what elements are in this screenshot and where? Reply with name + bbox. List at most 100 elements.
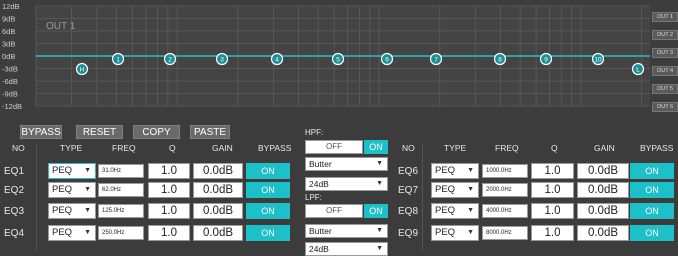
lpf-slope-value: 24dB	[309, 244, 329, 254]
eq-freq-input[interactable]: 250.0Hz	[98, 226, 144, 240]
db-tick-label: 9dB	[2, 15, 15, 24]
eq-type-select[interactable]: PEQ ▼	[431, 182, 479, 198]
eq-graph[interactable]: 12dB9dB6dB3dB0dB-3dB-6dB-9dB-12dB20Hz50H…	[0, 0, 678, 112]
hpf-type-select[interactable]: Butter ▼	[305, 157, 388, 171]
hpf-slope-select[interactable]: 24dB ▼	[305, 177, 388, 191]
eq-bypass-button[interactable]: ON	[630, 163, 674, 179]
header-no: NO	[12, 143, 25, 153]
eq-type-select[interactable]: PEQ ▼	[431, 163, 479, 179]
eq-gain-input[interactable]: 0.0dB	[193, 225, 243, 241]
lpf-on-button[interactable]: ON	[364, 204, 388, 218]
db-tick-label: -12dB	[2, 102, 22, 111]
hpf-on-button[interactable]: ON	[364, 140, 388, 154]
header-gain-right: GAIN	[594, 143, 615, 153]
lpf-type-select[interactable]: Butter ▼	[305, 224, 388, 238]
eq-q-input[interactable]: 1.0	[531, 203, 574, 219]
bypass-all-button[interactable]: BYPASS	[20, 125, 62, 139]
eq-type-value: PEQ	[52, 165, 73, 176]
eq-row-label: EQ4	[4, 228, 25, 239]
output-channel-button[interactable]: OUT 5	[652, 84, 678, 94]
chevron-down-icon: ▼	[84, 167, 91, 174]
lpf-slope-select[interactable]: 24dB ▼	[305, 242, 388, 256]
eq-q-input[interactable]: 1.0	[148, 225, 190, 241]
eq-gain-input[interactable]: 0.0dB	[577, 225, 629, 241]
chevron-down-icon: ▼	[376, 245, 383, 252]
eq-node-label: L	[636, 67, 640, 74]
lpf-off-button[interactable]: OFF	[305, 204, 363, 218]
chevron-down-icon: ▼	[467, 207, 474, 214]
eq-freq-input[interactable]: 125.0Hz	[98, 204, 144, 218]
eq-gain-input[interactable]: 0.0dB	[577, 203, 629, 219]
eq-freq-input[interactable]: 4000.0Hz	[482, 204, 528, 218]
reset-button[interactable]: RESET	[76, 125, 123, 139]
eq-curve-canvas[interactable]: 12dB9dB6dB3dB0dB-3dB-6dB-9dB-12dB20Hz50H…	[0, 0, 652, 112]
eq-row-label: EQ8	[398, 206, 419, 217]
eq-bypass-button[interactable]: ON	[246, 203, 290, 219]
eq-node-label: 10	[594, 57, 602, 64]
header-bypass: BYPASS	[258, 143, 292, 153]
eq-q-input[interactable]: 1.0	[148, 182, 190, 198]
eq-bypass-button[interactable]: ON	[630, 182, 674, 198]
eq-row-label: EQ9	[398, 228, 419, 239]
hpf-off-button[interactable]: OFF	[305, 140, 363, 154]
eq-row-label: EQ1	[4, 166, 25, 177]
eq-bypass-button[interactable]: ON	[246, 182, 290, 198]
hpf-slope-value: 24dB	[309, 179, 329, 189]
output-channel-button[interactable]: OUT 2	[652, 30, 678, 40]
eq-row-label: EQ6	[398, 166, 419, 177]
eq-freq-input[interactable]: 8000.0Hz	[482, 226, 528, 240]
eq-type-value: PEQ	[435, 205, 456, 216]
eq-bypass-button[interactable]: ON	[630, 225, 674, 241]
eq-q-input[interactable]: 1.0	[148, 163, 190, 179]
header-q: Q	[169, 143, 176, 153]
eq-freq-input[interactable]: 62.0Hz	[98, 183, 144, 197]
output-channel-button[interactable]: OUT 6	[652, 102, 678, 112]
eq-freq-input[interactable]: 31.0Hz	[98, 164, 144, 178]
paste-button[interactable]: PASTE	[190, 125, 230, 139]
column-divider-right	[422, 143, 423, 251]
eq-bypass-button[interactable]: ON	[246, 225, 290, 241]
eq-type-select[interactable]: PEQ ▼	[48, 225, 96, 241]
eq-type-value: PEQ	[52, 227, 73, 238]
db-tick-label: 12dB	[2, 2, 20, 11]
eq-freq-input[interactable]: 1000.0Hz	[482, 164, 528, 178]
eq-gain-input[interactable]: 0.0dB	[193, 163, 243, 179]
eq-type-select[interactable]: PEQ ▼	[431, 203, 479, 219]
output-channel-button[interactable]: OUT 1	[652, 12, 678, 22]
output-channel-button[interactable]: OUT 3	[652, 48, 678, 58]
graph-title: OUT 1	[46, 21, 76, 32]
eq-row-label: EQ3	[4, 206, 25, 217]
eq-bypass-button[interactable]: ON	[246, 163, 290, 179]
chevron-down-icon: ▼	[376, 180, 383, 187]
eq-q-input[interactable]: 1.0	[531, 182, 574, 198]
eq-gain-input[interactable]: 0.0dB	[577, 182, 629, 198]
eq-q-input[interactable]: 1.0	[148, 203, 190, 219]
lpf-type-value: Butter	[309, 226, 332, 236]
copy-button[interactable]: COPY	[133, 125, 180, 139]
header-no-right: NO	[402, 143, 415, 153]
header-bypass-right: BYPASS	[640, 143, 674, 153]
eq-freq-input[interactable]: 2000.0Hz	[482, 183, 528, 197]
hpf-type-value: Butter	[309, 159, 332, 169]
eq-node-label: 9	[544, 57, 548, 64]
eq-gain-input[interactable]: 0.0dB	[577, 163, 629, 179]
eq-type-select[interactable]: PEQ ▼	[48, 203, 96, 219]
header-type-right: TYPE	[444, 143, 467, 153]
eq-node-label: 8	[498, 57, 502, 64]
eq-type-select[interactable]: PEQ ▼	[48, 182, 96, 198]
eq-gain-input[interactable]: 0.0dB	[193, 203, 243, 219]
eq-node-label: H	[80, 67, 85, 74]
chevron-down-icon: ▼	[467, 186, 474, 193]
eq-gain-input[interactable]: 0.0dB	[193, 182, 243, 198]
eq-type-select[interactable]: PEQ ▼	[431, 225, 479, 241]
eq-type-value: PEQ	[435, 184, 456, 195]
eq-q-input[interactable]: 1.0	[531, 163, 574, 179]
eq-type-select[interactable]: PEQ ▼	[48, 163, 96, 179]
eq-bypass-button[interactable]: ON	[630, 203, 674, 219]
eq-type-value: PEQ	[435, 165, 456, 176]
output-channel-button[interactable]: OUT 4	[652, 66, 678, 76]
db-tick-label: 3dB	[2, 40, 15, 49]
eq-node-label: 6	[385, 57, 389, 64]
eq-q-input[interactable]: 1.0	[531, 225, 574, 241]
eq-row-label: EQ7	[398, 185, 419, 196]
